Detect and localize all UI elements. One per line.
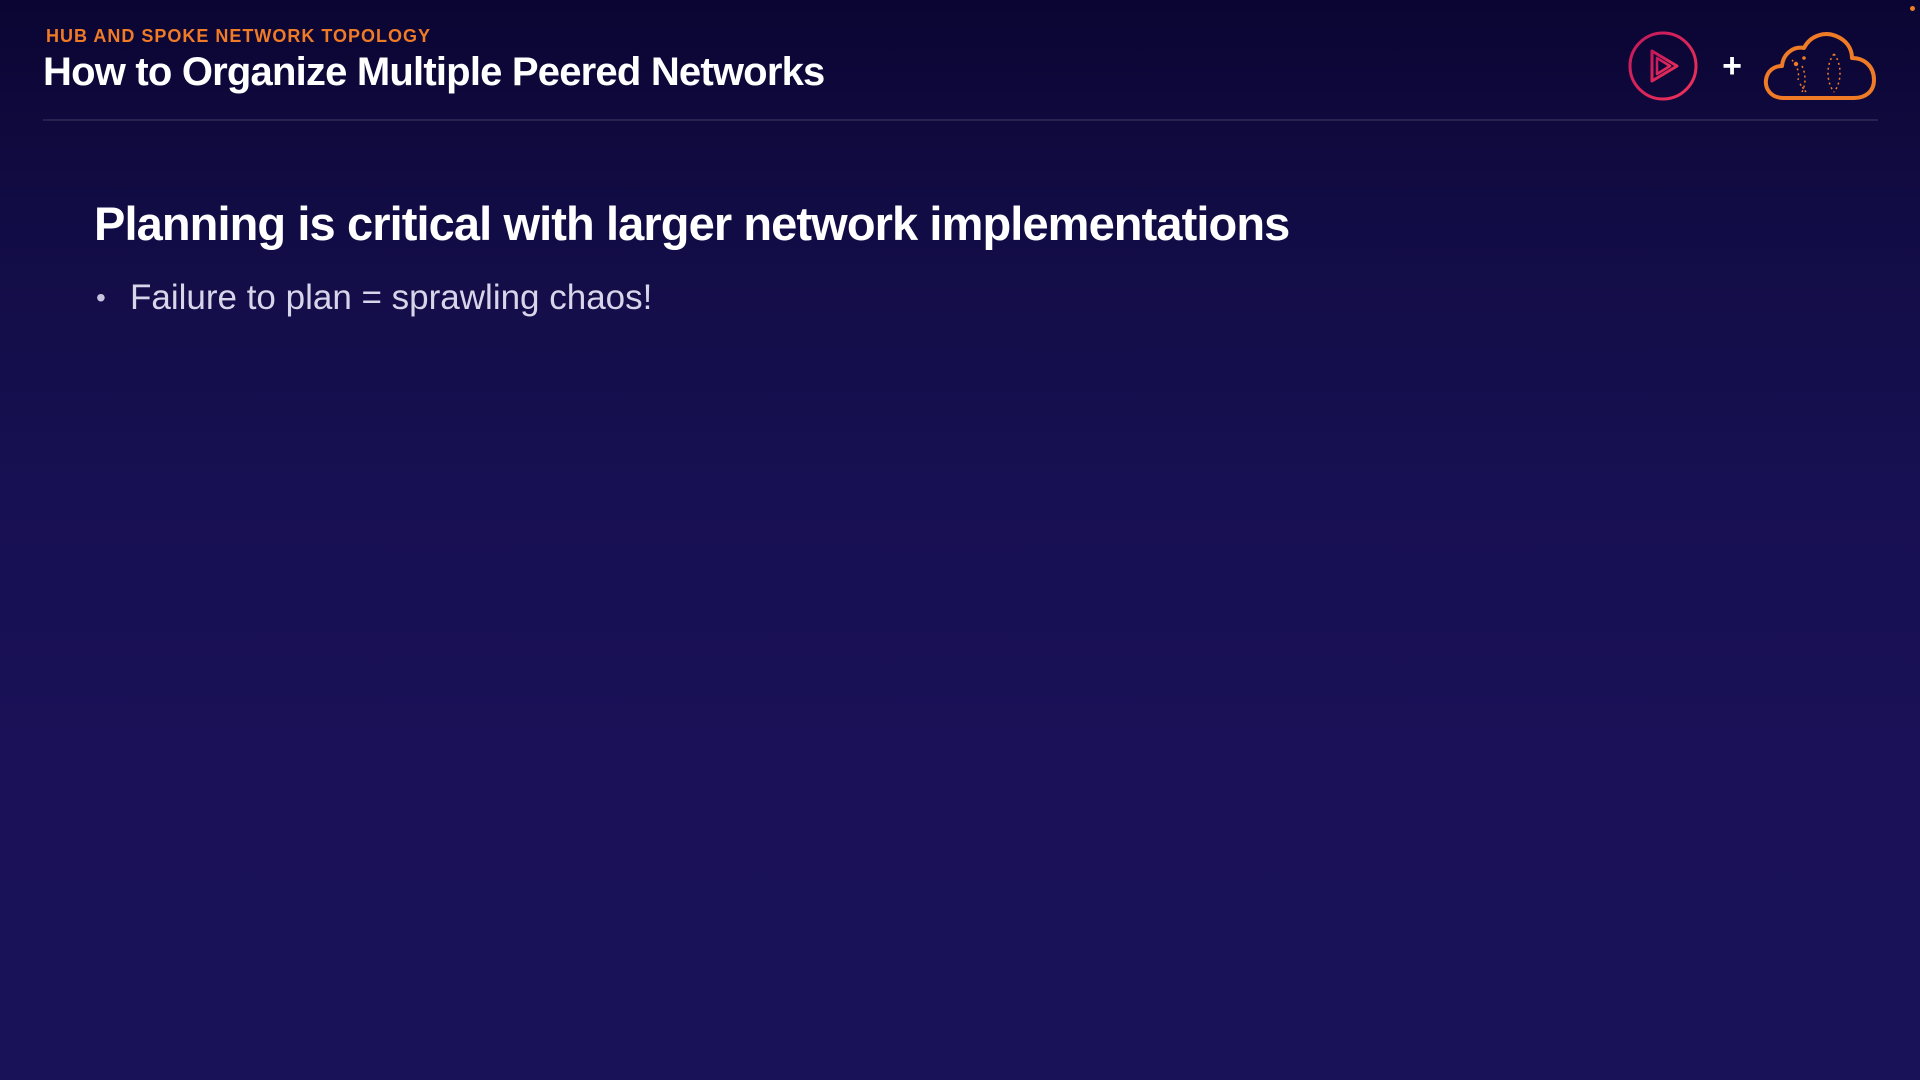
cloud-icon [1763, 32, 1876, 100]
plus-symbol: + [1722, 47, 1742, 85]
section-label: HUB AND SPOKE NETWORK TOPOLOGY [46, 26, 432, 46]
play-icon [1628, 31, 1698, 101]
slide-content: Planning is critical with larger network… [94, 196, 1794, 321]
bullet-marker: • [96, 282, 106, 313]
slide-heading: Planning is critical with larger network… [94, 197, 1290, 250]
corner-dot [1910, 6, 1915, 11]
bullet-list: • Failure to plan = sprawling chaos! [94, 275, 1794, 321]
bullet-text: Failure to plan = sprawling chaos! [130, 278, 653, 317]
header-divider [43, 119, 1878, 121]
slide: HUB AND SPOKE NETWORK TOPOLOGY How to Or… [0, 0, 1920, 1080]
logo-group: + [1628, 28, 1878, 104]
page-title: How to Organize Multiple Peered Networks [43, 50, 825, 94]
slide-header: HUB AND SPOKE NETWORK TOPOLOGY How to Or… [43, 24, 1878, 120]
list-item: • Failure to plan = sprawling chaos! [94, 275, 1794, 321]
